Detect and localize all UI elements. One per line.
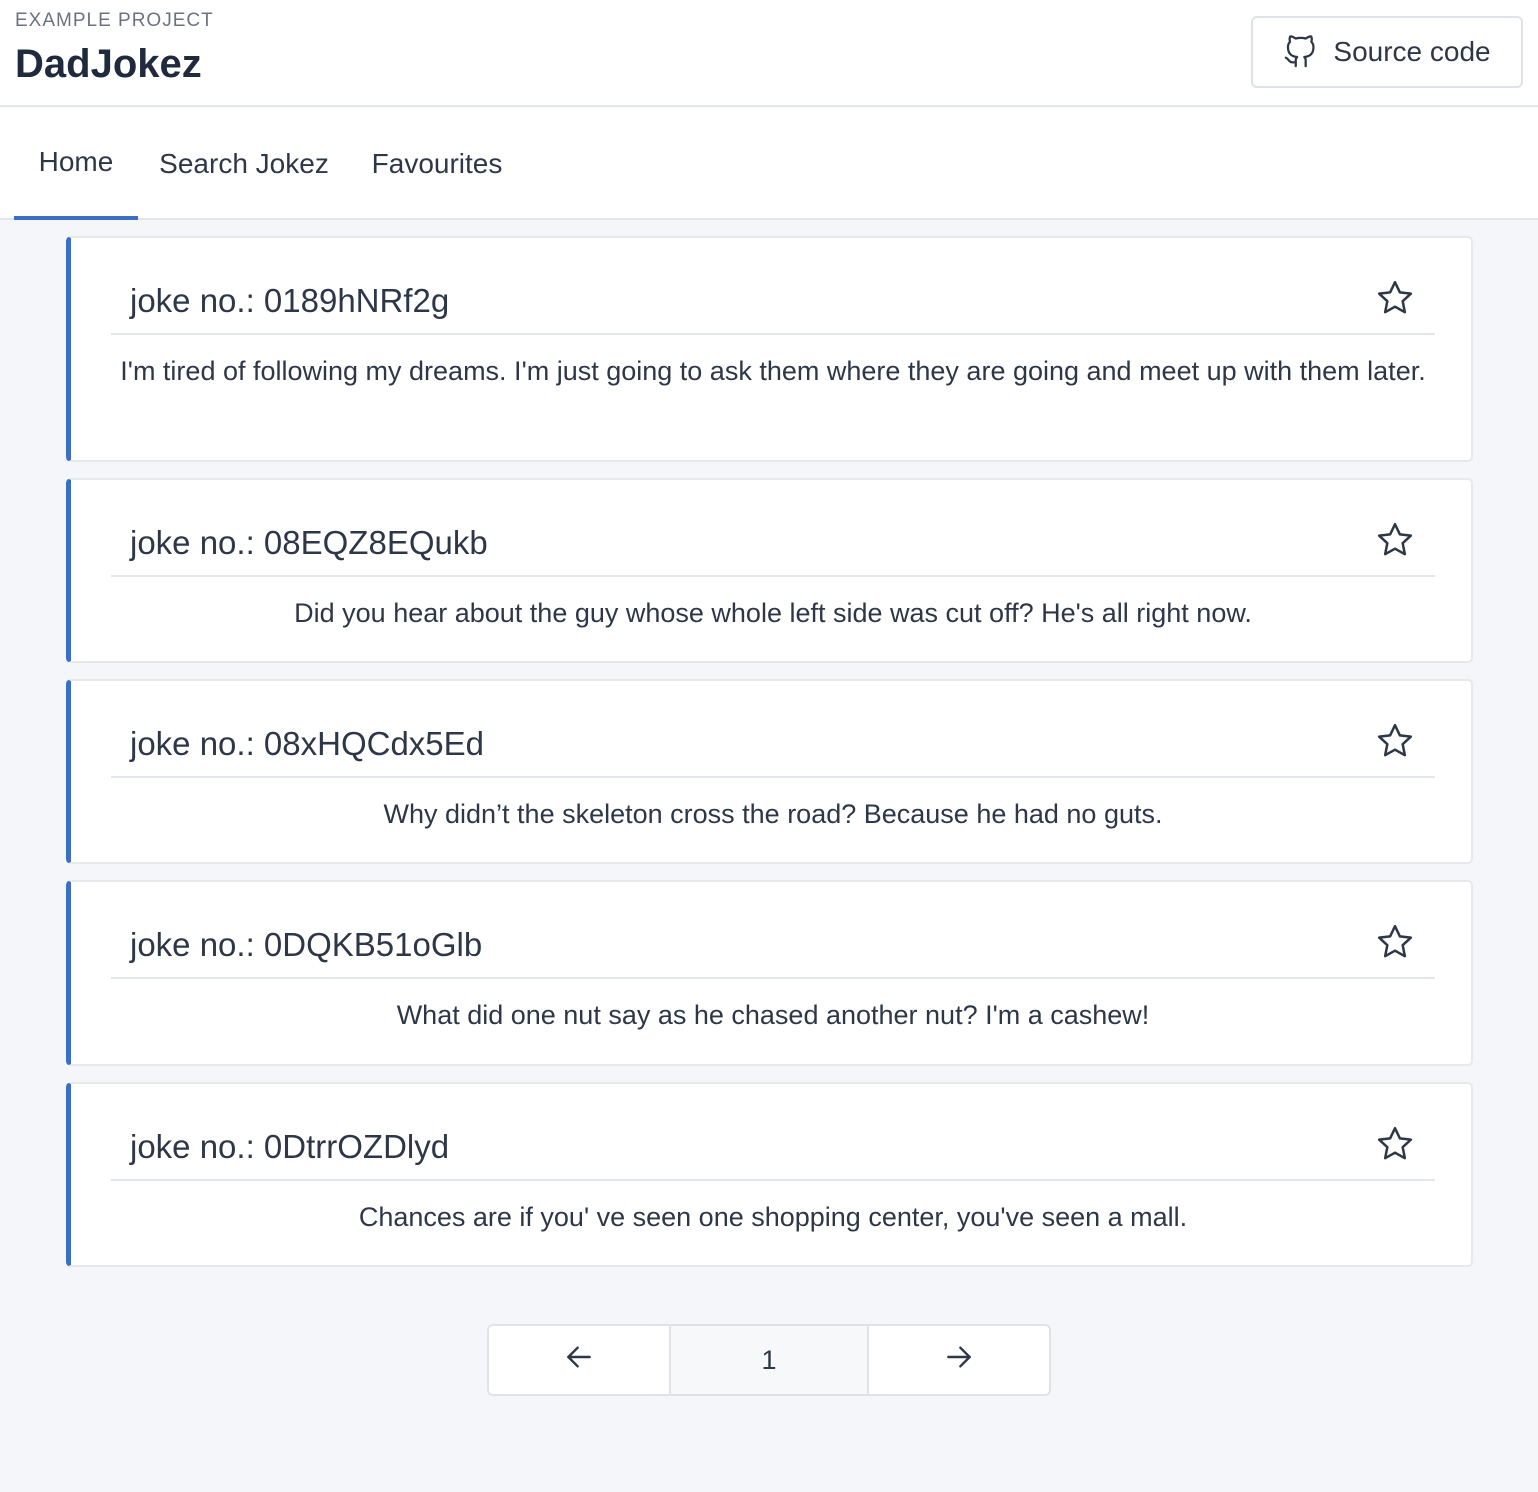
arrow-left-icon <box>563 1341 595 1380</box>
project-eyebrow: EXAMPLE PROJECT <box>15 10 214 31</box>
joke-card: joke no.: 0DtrrOZDlyd Chances are if you… <box>66 1082 1473 1267</box>
star-outline-icon[interactable] <box>1375 721 1415 761</box>
joke-card-header: joke no.: 0DtrrOZDlyd <box>111 1084 1435 1181</box>
joke-title: joke no.: 0DQKB51oGlb <box>130 926 483 963</box>
tab-search-jokez[interactable]: Search Jokez <box>140 108 348 220</box>
joke-text: Why didn’t the skeleton cross the road? … <box>383 799 1163 829</box>
star-outline-icon[interactable] <box>1375 922 1415 962</box>
joke-card: joke no.: 0DQKB51oGlb What did one nut s… <box>66 880 1473 1066</box>
joke-text: What did one nut say as he chased anothe… <box>396 1000 1150 1030</box>
app-title: DadJokez <box>15 42 202 86</box>
github-icon <box>1283 35 1317 69</box>
joke-title: joke no.: 0189hNRf2g <box>130 282 450 319</box>
tab-home[interactable]: Home <box>14 108 138 220</box>
joke-title: joke no.: 0DtrrOZDlyd <box>130 1128 450 1165</box>
star-outline-icon[interactable] <box>1375 520 1415 560</box>
joke-card-header: joke no.: 0DQKB51oGlb <box>111 882 1435 979</box>
joke-text: Chances are if you' ve seen one shopping… <box>358 1202 1188 1232</box>
joke-title: joke no.: 08xHQCdx5Ed <box>130 725 485 762</box>
tab-favourites[interactable]: Favourites <box>350 108 524 220</box>
joke-card-header: joke no.: 08xHQCdx5Ed <box>111 681 1435 778</box>
star-outline-icon[interactable] <box>1375 1124 1415 1164</box>
previous-page-button[interactable] <box>489 1326 671 1394</box>
next-page-button[interactable] <box>869 1326 1049 1394</box>
source-code-label: Source code <box>1333 36 1491 67</box>
joke-text: Did you hear about the guy whose whole l… <box>294 598 1252 628</box>
current-page-number[interactable]: 1 <box>671 1326 869 1394</box>
app-header: EXAMPLE PROJECT DadJokez Source code <box>0 0 1538 107</box>
arrow-right-icon <box>943 1341 975 1380</box>
joke-card: joke no.: 08xHQCdx5Ed Why didn’t the ske… <box>66 679 1473 864</box>
star-outline-icon[interactable] <box>1375 278 1415 318</box>
joke-card-header: joke no.: 08EQZ8EQukb <box>111 480 1435 577</box>
joke-card: joke no.: 08EQZ8EQukb Did you hear about… <box>66 478 1473 663</box>
joke-card: joke no.: 0189hNRf2g I'm tired of follow… <box>66 236 1473 462</box>
joke-card-header: joke no.: 0189hNRf2g <box>111 238 1435 335</box>
pagination: 1 <box>487 1324 1051 1396</box>
joke-title: joke no.: 08EQZ8EQukb <box>130 524 488 561</box>
main-nav: Home Search Jokez Favourites <box>0 108 1538 220</box>
joke-text: I'm tired of following my dreams. I'm ju… <box>120 356 1426 386</box>
source-code-button[interactable]: Source code <box>1251 16 1523 88</box>
